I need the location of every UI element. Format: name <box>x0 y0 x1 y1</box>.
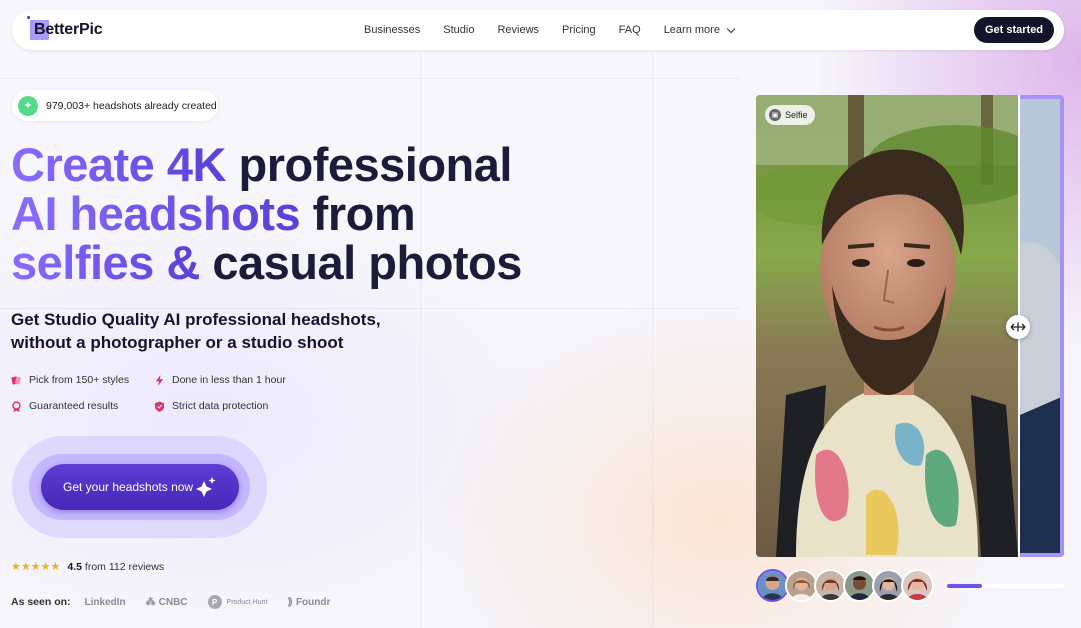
subheading-line-1: Get Studio Quality AI professional heads… <box>11 310 381 329</box>
shield-icon <box>154 400 165 412</box>
logo-dot <box>27 16 30 19</box>
grid-line <box>0 78 740 79</box>
sparkle-icon: ✦ <box>18 95 38 116</box>
headline-dark: casual photos <box>212 236 522 289</box>
headline-dark: from <box>312 187 416 240</box>
headline-accent: AI headshots <box>11 187 301 240</box>
phone-icon: ▣ <box>769 109 781 121</box>
headline-line-3: selfies & casual photos <box>11 238 631 287</box>
press-cnbc-label: CNBC <box>158 596 188 608</box>
logo[interactable]: BetterPic <box>27 16 103 42</box>
chevron-down-icon <box>726 24 736 33</box>
feature-text: Done in less than 1 hour <box>172 374 286 386</box>
get-headshots-button[interactable]: Get your headshots now <box>41 464 239 510</box>
press-foundr-label: Foundr <box>295 596 331 608</box>
feature-protection: Strict data protection <box>154 400 268 412</box>
nav-link-learn-more[interactable]: Learn more <box>663 24 736 36</box>
carousel-progress-fill <box>947 584 983 588</box>
as-seen-on-label: As seen on: <box>11 596 71 608</box>
before-after-compare[interactable]: ▣ Selfie <box>756 95 1064 557</box>
product-hunt-icon: P <box>207 595 222 609</box>
feature-guarantee: Guaranteed results <box>11 400 118 412</box>
press-logo-foundr: ⟫ Foundr <box>287 597 330 608</box>
as-seen-on: As seen on: LinkedIn ⁂ CNBC P Product Hu… <box>11 595 350 609</box>
nav-link-pricing[interactable]: Pricing <box>562 24 596 36</box>
compare-slider-handle[interactable] <box>1006 315 1030 339</box>
hero-subheading: Get Studio Quality AI professional heads… <box>11 308 431 354</box>
palette-icon <box>11 376 21 384</box>
feature-styles: Pick from 150+ styles <box>11 374 129 386</box>
cta-label: Get your headshots now <box>63 480 194 494</box>
headline-dark: professional <box>238 138 513 191</box>
rating-text: from 112 reviews <box>84 560 165 573</box>
selfie-chip: ▣ Selfie <box>765 105 815 125</box>
star-rating-icon: ★★★★★ <box>11 561 61 573</box>
peacock-icon: ⁂ <box>145 596 156 608</box>
avatar[interactable] <box>901 569 934 602</box>
grid-line <box>652 50 653 628</box>
medal-icon <box>12 400 21 412</box>
selfie-chip-label: Selfie <box>785 110 808 120</box>
headline-accent: selfies & <box>11 236 200 289</box>
nav-link-studio[interactable]: Studio <box>443 24 474 36</box>
headline-line-2: AI headshots from <box>11 189 631 238</box>
nav-link-businesses[interactable]: Businesses <box>364 24 420 36</box>
headline-line-1: Create 4K professional <box>11 140 631 189</box>
feature-text: Pick from 150+ styles <box>29 374 130 386</box>
logo-text: BetterPic <box>34 21 103 38</box>
badge-text: 979,003+ headshots already created <box>46 99 217 112</box>
headshots-count-badge: ✦ 979,003+ headshots already created <box>12 90 218 121</box>
rating-value: 4.5 <box>67 560 82 573</box>
hero-headline: Create 4K professional AI headshots from… <box>11 140 631 287</box>
example-avatars <box>756 569 934 602</box>
press-logo-cnbc: ⁂ CNBC <box>146 597 188 608</box>
feature-speed: Done in less than 1 hour <box>154 374 286 386</box>
press-logo-linkedin: LinkedIn <box>84 596 126 608</box>
nav-link-faq[interactable]: FAQ <box>619 24 641 36</box>
press-logo-producthunt: P Product Hunt <box>207 595 268 609</box>
top-navigation: BetterPic Businesses Studio Reviews Pric… <box>12 10 1064 50</box>
bolt-icon <box>155 374 164 386</box>
sparkle-icon <box>196 477 216 497</box>
carousel-progress <box>947 584 1064 588</box>
arrows-horizontal-icon <box>1010 322 1026 332</box>
nav-link-reviews[interactable]: Reviews <box>497 24 539 36</box>
get-started-button[interactable]: Get started <box>974 17 1054 43</box>
press-producthunt-label: Product Hunt <box>226 598 268 606</box>
nav-links: Businesses Studio Reviews Pricing FAQ Le… <box>364 10 757 50</box>
foundr-icon: ⟫ <box>287 596 293 608</box>
headline-accent: Create 4K <box>11 138 226 191</box>
rating: ★★★★★ 4.5 from 112 reviews <box>11 560 165 574</box>
feature-text: Strict data protection <box>172 400 269 412</box>
feature-text: Guaranteed results <box>29 400 119 412</box>
selfie-image <box>756 95 1018 557</box>
nav-link-learn-more-label: Learn more <box>663 24 720 36</box>
subheading-line-2: without a photographer or a studio shoot <box>11 333 344 352</box>
selfie-photo: ▣ Selfie <box>756 95 1018 557</box>
